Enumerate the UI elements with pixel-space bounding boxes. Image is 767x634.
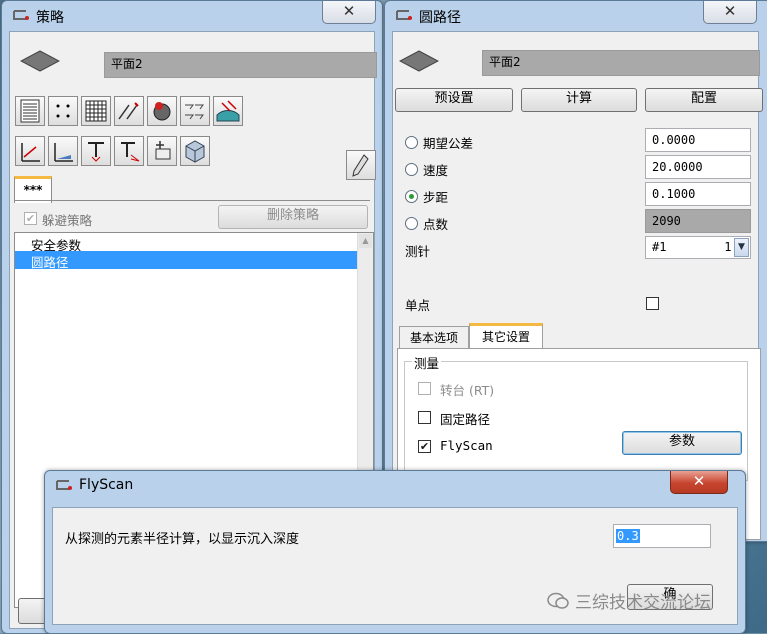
fixture-tool-button[interactable] <box>147 136 177 166</box>
tab-strategy[interactable]: *** <box>14 176 52 203</box>
rotary-table-checkbox[interactable] <box>418 382 431 395</box>
app-icon <box>13 10 29 20</box>
axis-plane-tool-button[interactable] <box>48 136 78 166</box>
flyscan-params-button[interactable]: 参数 <box>622 431 742 455</box>
app-icon <box>56 480 72 490</box>
flyscan-checkbox[interactable]: ✔ <box>418 440 431 453</box>
plane-name-field: 平面2 <box>482 50 760 76</box>
surface-icon <box>216 100 240 122</box>
config-button[interactable]: 配置 <box>645 88 763 112</box>
list-item[interactable]: 圆路径 <box>15 251 359 270</box>
tab-other-settings[interactable]: 其它设置 <box>469 323 543 351</box>
close-button[interactable]: ✕ <box>670 471 728 494</box>
path-icon <box>118 102 139 120</box>
delete-strategy-button[interactable]: 删除策略 <box>218 205 368 229</box>
depth-description: 从探测的元素半径计算，以显示沉入深度 <box>65 532 300 547</box>
watermark-text: 三综技术交流论坛 <box>575 593 711 613</box>
window-title: 圆路径 <box>419 10 461 26</box>
close-button[interactable]: ✕ <box>322 1 376 24</box>
probe-path-icon <box>121 142 140 162</box>
tab-basic-options[interactable]: 基本选项 <box>399 326 469 349</box>
avoid-strategy-checkbox[interactable]: ✔ <box>24 212 37 225</box>
window-title: 策略 <box>36 10 64 26</box>
fixture-icon <box>155 141 171 160</box>
close-icon: ✕ <box>692 472 706 490</box>
scan-icon <box>185 104 204 120</box>
flyscan-label: FlyScan <box>440 438 493 453</box>
circle-icon <box>153 102 171 121</box>
step-input[interactable]: 0.1000 <box>645 182 751 206</box>
probe-select-value: #1 1 <box>652 240 732 254</box>
circle-tool-button[interactable] <box>147 96 177 126</box>
point-count-label: 点数 <box>423 217 449 232</box>
tolerance-label: 期望公差 <box>423 136 474 151</box>
compute-button[interactable]: 计算 <box>521 88 637 112</box>
preset-button[interactable]: 预设置 <box>395 88 513 112</box>
axis-icon <box>21 143 40 162</box>
tab-label: 其它设置 <box>481 330 530 344</box>
cube-icon <box>185 140 205 163</box>
grid-tool-button[interactable] <box>81 96 111 126</box>
fixed-path-checkbox[interactable] <box>418 411 431 424</box>
close-icon: ✕ <box>723 2 737 20</box>
plane-icon <box>20 50 60 72</box>
grid-icon <box>85 100 107 122</box>
scroll-up-arrow[interactable]: ▲ <box>359 234 372 248</box>
table-tool-button[interactable] <box>15 96 45 126</box>
probe-tool-button[interactable] <box>81 136 111 166</box>
close-icon: ✕ <box>342 2 356 20</box>
probe-icon <box>88 142 104 162</box>
flyscan-client: 从探测的元素半径计算，以显示沉入深度 0.3 确 三综技术交流论坛 <box>52 507 738 625</box>
single-point-checkbox[interactable] <box>646 297 659 310</box>
avoid-strategy-label: 躲避策略 <box>42 213 93 228</box>
probe-path-tool-button[interactable] <box>114 136 144 166</box>
measure-group-title: 测量 <box>412 353 442 372</box>
cube-tool-button[interactable] <box>180 136 210 166</box>
tab-label: *** <box>23 183 43 197</box>
list-item[interactable]: 安全参数 <box>15 233 359 253</box>
point-count-field: 2090 <box>645 209 751 233</box>
path-tool-button[interactable] <box>114 96 144 126</box>
plane-name-field: 平面2 <box>104 52 377 78</box>
single-point-label: 单点 <box>405 298 431 313</box>
depth-value: 0.3 <box>616 529 640 543</box>
surface-tool-button[interactable] <box>213 96 243 126</box>
flyscan-title-bar[interactable]: FlyScan ✕ <box>45 471 745 499</box>
points-icon <box>56 104 70 118</box>
table-icon <box>20 99 40 123</box>
speed-input[interactable]: 20.0000 <box>645 155 751 179</box>
rotary-table-label: 转台 (RT) <box>440 383 495 398</box>
path-title-bar[interactable]: 圆路径 ✕ <box>385 1 767 29</box>
axis-xy-tool-button[interactable] <box>15 136 45 166</box>
path-client: 平面2 预设置 计算 配置 期望公差 0.0000 速度 20.0000 步距 … <box>392 31 763 540</box>
pencil-icon <box>352 154 369 177</box>
plane-axis-icon <box>54 143 73 162</box>
edit-tool-button[interactable] <box>346 150 376 180</box>
close-button[interactable]: ✕ <box>703 1 757 24</box>
strategy-title-bar[interactable]: 策略 ✕ <box>2 1 382 29</box>
app-icon <box>396 10 412 20</box>
list-item-label: 圆路径 <box>31 255 69 270</box>
flyscan-dialog: FlyScan ✕ 从探测的元素半径计算，以显示沉入深度 0.3 确 三综技术交… <box>44 470 746 634</box>
depth-input[interactable]: 0.3 <box>613 524 711 548</box>
scan-tool-button[interactable] <box>180 96 210 126</box>
wechat-icon <box>547 592 569 609</box>
point-count-radio[interactable] <box>405 217 418 230</box>
points-tool-button[interactable] <box>48 96 78 126</box>
tolerance-input[interactable]: 0.0000 <box>645 128 751 152</box>
circle-path-window: 圆路径 ✕ 平面2 预设置 计算 配置 期望公差 0.0000 速度 20.00… <box>384 0 767 542</box>
probe-select[interactable]: #1 1 ▼ <box>645 236 751 259</box>
probe-label: 测针 <box>405 244 431 259</box>
fixed-path-label: 固定路径 <box>440 412 491 427</box>
tab-label: 基本选项 <box>409 331 458 345</box>
tolerance-radio[interactable] <box>405 136 418 149</box>
step-radio[interactable] <box>405 190 418 203</box>
step-label: 步距 <box>423 190 449 205</box>
watermark: 三综技术交流论坛 <box>547 588 711 613</box>
window-title: FlyScan <box>79 477 134 493</box>
chevron-down-icon[interactable]: ▼ <box>734 238 749 257</box>
speed-radio[interactable] <box>405 163 418 176</box>
speed-label: 速度 <box>423 163 449 178</box>
plane-icon <box>399 50 439 72</box>
